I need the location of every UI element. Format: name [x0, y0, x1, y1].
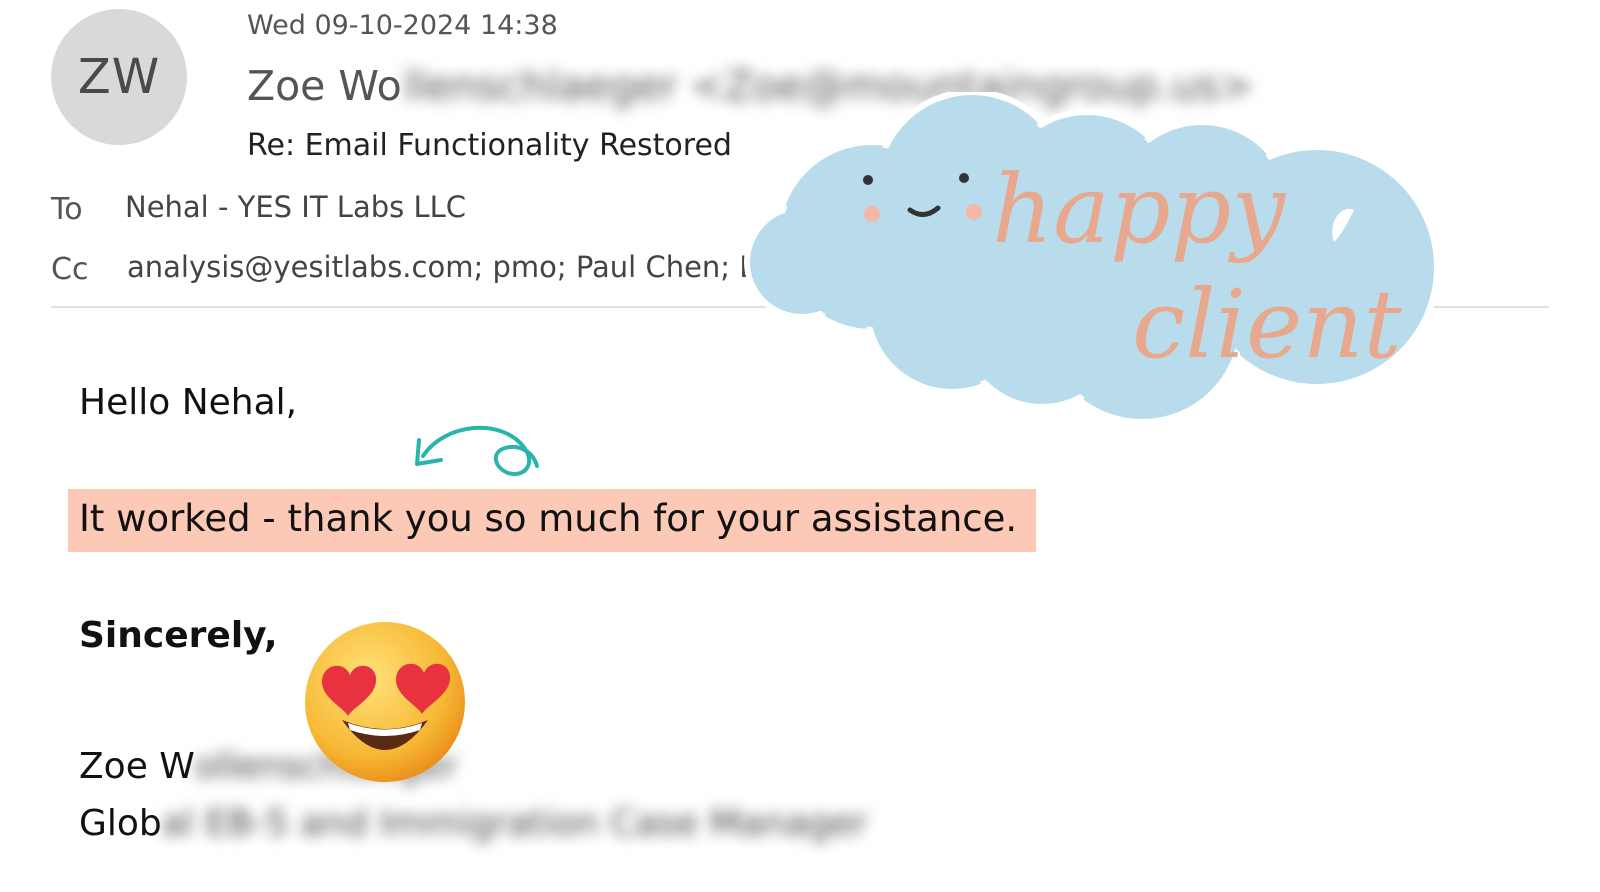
to-label: To — [51, 192, 83, 227]
sticker-line1: happy — [992, 155, 1286, 265]
cc-recipients[interactable]: analysis@yesitlabs.com; pmo; Paul Chen; … — [127, 250, 758, 284]
heart-eyes-emoji-icon — [305, 622, 465, 782]
sticker-line2: client — [1132, 270, 1402, 380]
signature-title-visible: Glob — [79, 803, 162, 844]
signature-name-visible: Zoe W — [79, 746, 195, 787]
email-subject: Re: Email Functionality Restored — [247, 128, 732, 163]
to-recipients[interactable]: Nehal - YES IT Labs LLC — [125, 190, 466, 224]
email-date: Wed 09-10-2024 14:38 — [247, 10, 558, 41]
cc-label: Cc — [51, 252, 89, 287]
sender-name: Zoe Wo — [247, 62, 402, 110]
email-greeting: Hello Nehal, — [79, 382, 298, 423]
avatar[interactable]: ZW — [51, 9, 187, 145]
cloud-sticker-icon: happy client — [744, 92, 1440, 425]
highlighted-message-text: It worked - thank you so much for your a… — [79, 497, 1018, 540]
signature-title-redacted: al EB-5 and Immigration Case Manager — [161, 803, 868, 844]
signature-title: Global EB-5 and Immigration Case Manager — [79, 803, 867, 844]
curly-arrow-icon — [415, 425, 539, 476]
email-signoff: Sincerely, — [79, 615, 278, 656]
